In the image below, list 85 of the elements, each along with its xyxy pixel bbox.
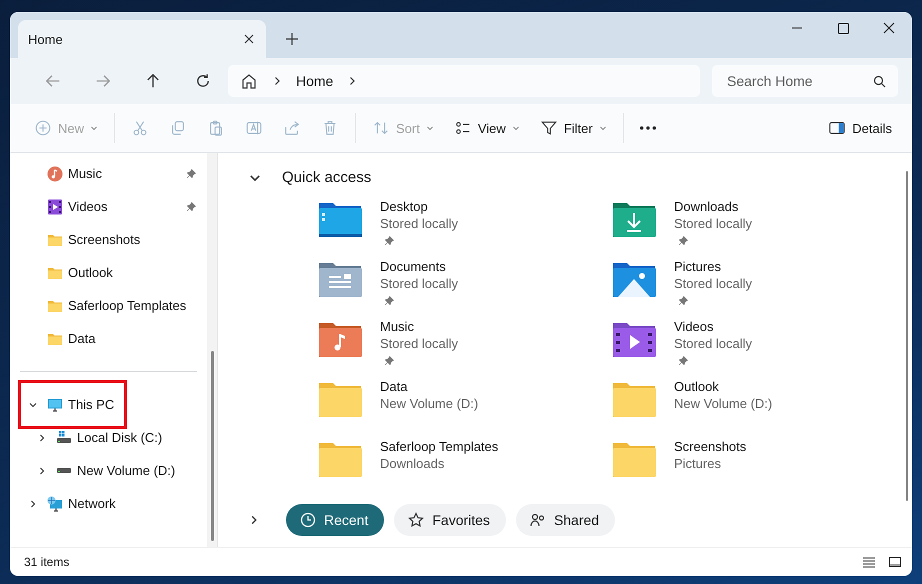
refresh-icon[interactable] [196,74,210,88]
sidebar-item[interactable]: Music [68,166,186,181]
item-name[interactable]: Saferloop Templates [380,438,498,455]
clock-icon [300,512,316,528]
more-icon [640,126,656,130]
sidebar-item[interactable]: Network [68,496,197,511]
item-location: Stored locally [674,215,752,232]
picture-folder-icon [612,262,656,298]
details-button[interactable]: Details [818,112,902,144]
item-location: Stored locally [674,335,752,352]
chevron-right-icon [272,76,282,86]
video-folder-icon [612,322,656,358]
sidebar-item[interactable]: Local Disk (C:) [77,430,197,445]
filter-tab[interactable]: Shared [516,504,616,536]
sidebar-item[interactable]: Saferloop Templates [68,298,197,313]
chevron-right-icon[interactable] [347,76,358,86]
pane-icon [828,119,846,137]
desktop-folder-icon [318,202,362,238]
up-arrow-icon[interactable] [146,74,160,88]
item-name[interactable]: Outlook [674,378,772,395]
item-name[interactable]: Downloads [674,198,752,215]
chevron-right-icon[interactable] [28,498,38,508]
folder-icon [318,382,362,418]
tiles-view-icon[interactable] [888,555,902,569]
close-icon[interactable] [244,34,254,44]
folder-icon [612,442,656,478]
download-folder-icon [612,202,656,238]
drive-icon [56,468,72,473]
chevron-right-icon[interactable] [37,432,47,442]
item-location: New Volume (D:) [380,395,478,412]
item-location: Pictures [674,455,722,472]
plus-circle-icon [34,119,52,137]
music-folder-icon [318,322,362,358]
address-bar[interactable]: Home [228,65,700,97]
filter-tab[interactable]: Favorites [394,504,506,536]
filter-tab[interactable]: Recent [286,504,384,536]
item-location: New Volume (D:) [674,395,772,412]
list-view-icon[interactable] [862,555,876,569]
people-icon [530,512,546,528]
section-title: Quick access [282,169,372,186]
item-location: Stored locally [380,335,458,352]
view-icon [454,119,472,137]
scissors-icon [131,119,150,137]
item-location: Downloads [380,455,446,472]
search-field[interactable]: Search Home [712,65,898,97]
sidebar-item[interactable]: Outlook [68,265,197,280]
search-icon [873,75,886,88]
scrollbar-thumb[interactable] [906,171,908,501]
item-name[interactable]: Music [380,318,458,335]
window-tab[interactable]: Home [18,20,266,58]
sidebar-item[interactable]: Videos [68,199,186,214]
folder-icon [318,442,362,478]
filter-icon [540,119,558,137]
folder-icon [612,382,656,418]
share-icon [283,119,302,137]
item-name[interactable]: Screenshots [674,438,746,455]
item-location: Stored locally [380,275,458,292]
item-location: Stored locally [674,275,752,292]
rename-icon [245,119,264,137]
monitor-icon [47,396,63,412]
item-location: Stored locally [380,215,458,232]
item-name[interactable]: Videos [674,318,752,335]
item-name[interactable]: Documents [380,258,458,275]
home-icon [240,72,258,90]
scrollbar-thumb[interactable] [211,351,214,541]
plus-icon[interactable] [286,33,298,45]
item-name[interactable]: Pictures [674,258,752,275]
sidebar-item[interactable]: Screenshots [68,232,197,247]
drive-icon [56,430,72,446]
video-icon [47,198,63,214]
star-icon [408,512,424,528]
sidebar-item[interactable]: New Volume (D:) [77,463,197,478]
sidebar-item[interactable]: This PC [68,397,197,412]
music-icon [47,166,63,182]
network-icon [47,496,63,512]
breadcrumb-item[interactable]: Home [296,73,334,89]
item-name[interactable]: Data [380,378,478,395]
chevron-right-icon[interactable] [37,466,47,476]
sort-icon [372,119,390,137]
item-count: 31 items [24,555,70,569]
document-folder-icon [318,262,362,298]
toolbar-button[interactable]: View [444,112,530,144]
sidebar-item[interactable]: Data [68,331,197,346]
item-name[interactable]: Desktop [380,198,458,215]
toolbar-button[interactable]: Filter [530,112,617,144]
